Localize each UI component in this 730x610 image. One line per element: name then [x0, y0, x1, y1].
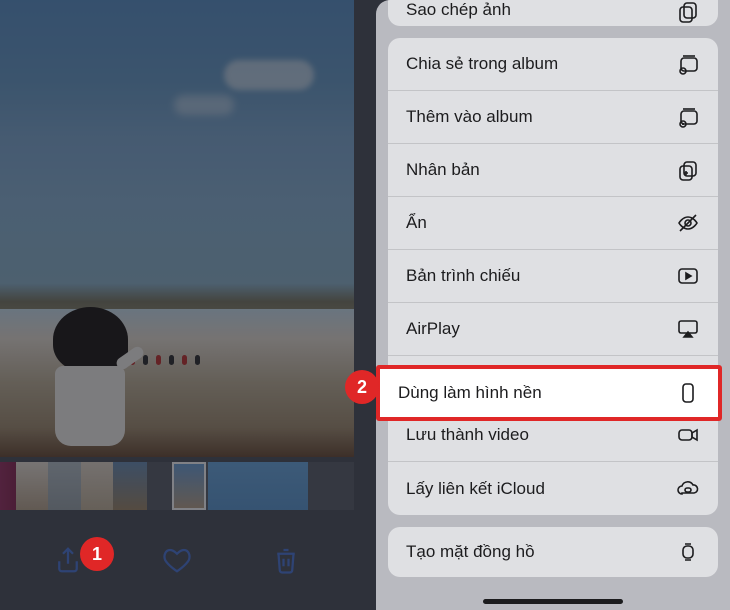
menu-label: AirPlay	[406, 319, 460, 339]
menu-item-copy-photo[interactable]: Sao chép ảnh	[388, 0, 718, 26]
thumbnail[interactable]	[0, 462, 16, 510]
album-share-icon	[676, 52, 700, 76]
share-sheet: Sao chép ảnh Chia sẻ trong album Thêm và…	[376, 0, 730, 610]
share-icon[interactable]	[53, 545, 83, 575]
menu-label: Chia sẻ trong album	[406, 54, 558, 74]
airplay-icon	[676, 317, 700, 341]
phone-icon	[676, 381, 700, 405]
thumbnail-panorama[interactable]	[208, 462, 308, 510]
home-indicator[interactable]	[483, 599, 623, 604]
video-icon	[676, 423, 700, 447]
menu-label: Sao chép ảnh	[406, 0, 511, 20]
menu-group: Tạo mặt đồng hồ	[388, 527, 718, 577]
menu-item-share-album[interactable]: Chia sẻ trong album	[388, 38, 718, 91]
main-photo[interactable]	[0, 0, 354, 457]
cloud-link-icon	[676, 477, 700, 501]
menu-item-slideshow[interactable]: Bản trình chiếu	[388, 250, 718, 303]
menu-group: Sao chép ảnh	[388, 0, 718, 26]
trash-icon[interactable]	[271, 545, 301, 575]
annotation-step-2: 2	[345, 370, 379, 404]
menu-item-hide[interactable]: Ẩn	[388, 197, 718, 250]
duplicate-icon	[676, 158, 700, 182]
menu-label: Bản trình chiếu	[406, 266, 520, 286]
thumbnail[interactable]	[16, 462, 48, 510]
thumbnail-selected[interactable]	[172, 462, 206, 510]
menu-label: Nhân bản	[406, 160, 480, 180]
menu-item-watch-face[interactable]: Tạo mặt đồng hồ	[388, 527, 718, 577]
menu-label: Tạo mặt đồng hồ	[406, 542, 535, 562]
heart-icon[interactable]	[162, 545, 192, 575]
eye-slash-icon	[676, 211, 700, 235]
menu-label: Lưu thành video	[406, 425, 529, 445]
thumbnail[interactable]	[48, 462, 81, 510]
thumbnail[interactable]	[113, 462, 147, 510]
thumbnail[interactable]	[81, 462, 113, 510]
menu-item-airplay[interactable]: AirPlay	[388, 303, 718, 356]
menu-item-wallpaper[interactable]: Dùng làm hình nền	[380, 369, 718, 417]
menu-item-add-album[interactable]: Thêm vào album	[388, 91, 718, 144]
album-add-icon	[676, 105, 700, 129]
menu-group: Chia sẻ trong album Thêm vào album Nhân …	[388, 38, 718, 515]
menu-item-icloud-link[interactable]: Lấy liên kết iCloud	[388, 462, 718, 515]
menu-label: Lấy liên kết iCloud	[406, 479, 545, 499]
play-rect-icon	[676, 264, 700, 288]
copy-icon	[676, 0, 700, 24]
menu-label: Dùng làm hình nền	[398, 383, 542, 403]
menu-label: Thêm vào album	[406, 107, 533, 127]
watch-icon	[676, 540, 700, 564]
annotation-step-1: 1	[80, 537, 114, 571]
thumbnail-strip[interactable]	[0, 462, 354, 510]
menu-label: Ẩn	[406, 213, 427, 233]
bottom-toolbar	[0, 510, 354, 610]
menu-item-duplicate[interactable]: Nhân bản	[388, 144, 718, 197]
photo-viewer	[0, 0, 365, 610]
